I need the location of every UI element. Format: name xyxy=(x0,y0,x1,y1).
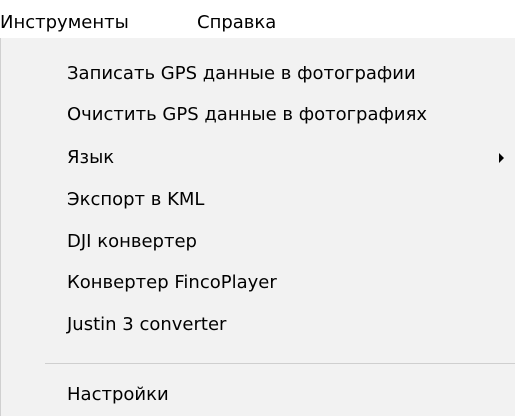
menu-item-clear-gps[interactable]: Очистить GPS данные в фотографиях xyxy=(45,97,515,133)
menu-item-label: DJI конвертер xyxy=(67,231,197,252)
menu-item-justin3-converter[interactable]: Justin 3 converter xyxy=(45,307,515,343)
chevron-right-icon xyxy=(499,153,504,163)
menu-item-label: Экспорт в KML xyxy=(67,189,205,210)
menu-item-fincoplayer-converter[interactable]: Конвертер FincoPlayer xyxy=(45,265,515,301)
menu-item-settings[interactable]: Настройки xyxy=(45,377,515,413)
tools-dropdown-menu: Записать GPS данные в фотографии Очистит… xyxy=(0,38,515,416)
menu-separator xyxy=(45,363,515,364)
menu-item-write-gps[interactable]: Записать GPS данные в фотографии xyxy=(45,56,515,92)
menu-item-label: Очистить GPS данные в фотографиях xyxy=(67,104,428,125)
menu-item-label: Язык xyxy=(67,147,115,168)
menu-item-language[interactable]: Язык xyxy=(45,140,515,176)
menu-item-label: Записать GPS данные в фотографии xyxy=(67,63,416,84)
menu-item-label: Конвертер FincoPlayer xyxy=(67,272,277,293)
menu-item-label: Настройки xyxy=(67,384,169,405)
menu-item-dji-converter[interactable]: DJI конвертер xyxy=(45,224,515,260)
menu-icon-gutter xyxy=(1,38,45,416)
menu-item-export-kml[interactable]: Экспорт в KML xyxy=(45,182,515,218)
menu-item-label: Justin 3 converter xyxy=(67,314,227,335)
